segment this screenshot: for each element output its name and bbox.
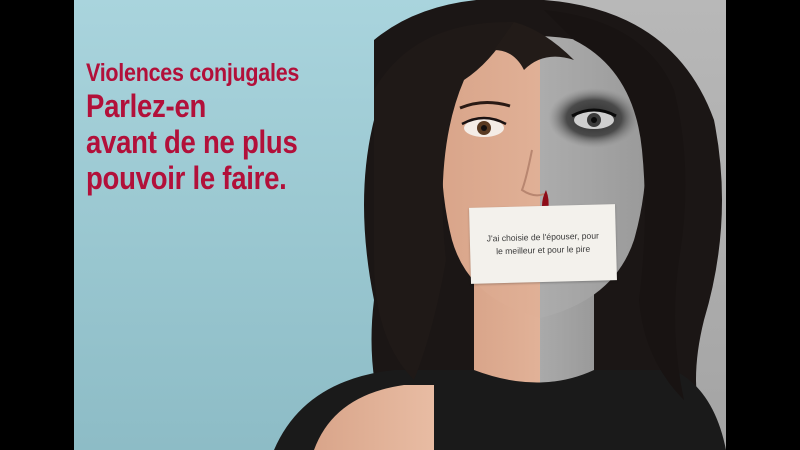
headline-line-4: pouvoir le faire. xyxy=(86,160,287,196)
headline-line-1: Violences conjugales xyxy=(86,59,300,87)
video-frame: Violences conjugales Parlez-en avant de … xyxy=(0,0,800,450)
campaign-headline: Violences conjugales Parlez-en avant de … xyxy=(86,58,344,196)
headline-line-3: avant de ne plus xyxy=(86,124,298,160)
tape-over-mouth: J'ai choisie de l'épouser, pour le meill… xyxy=(469,204,617,284)
awareness-poster: Violences conjugales Parlez-en avant de … xyxy=(74,0,726,450)
tape-text-line-2: le meilleur et pour le pire xyxy=(495,243,591,257)
headline-line-2: Parlez-en xyxy=(86,88,207,124)
